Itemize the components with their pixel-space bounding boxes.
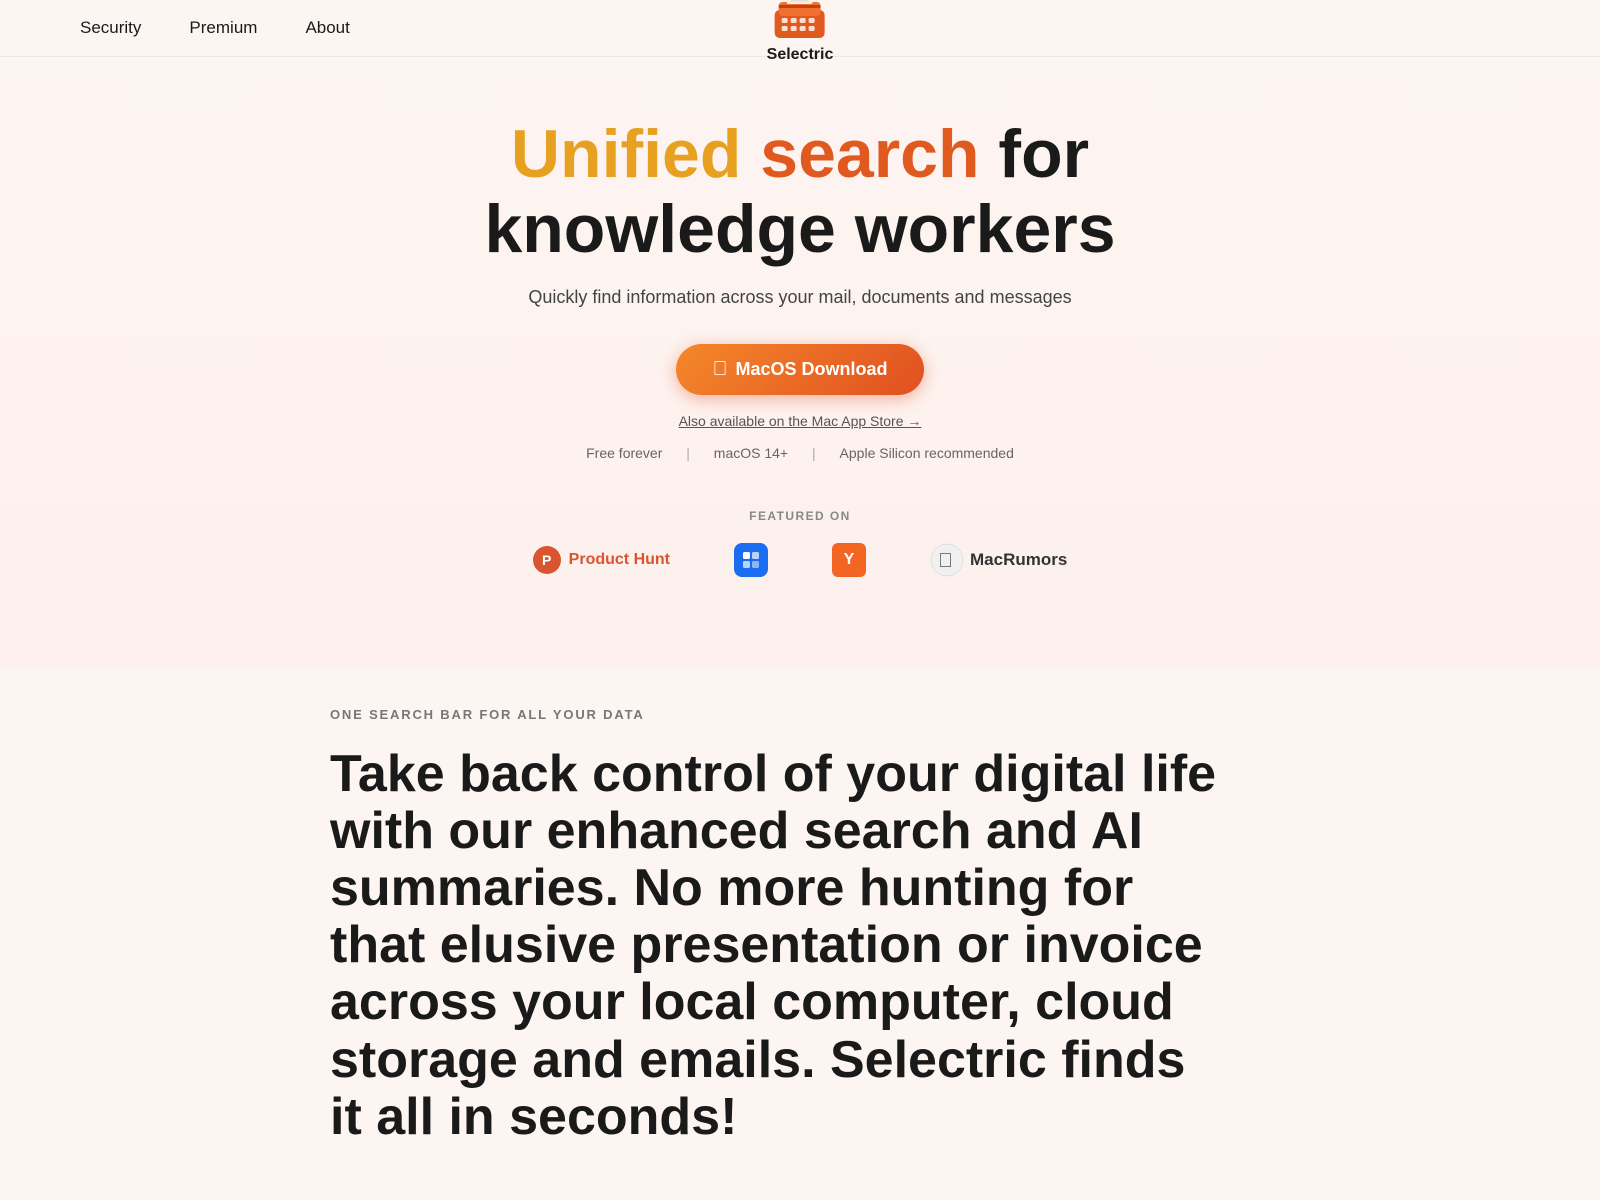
featured-logos: P Product Hunt Y xyxy=(533,543,1068,577)
req-macos: macOS 14+ xyxy=(714,445,788,461)
divider1: | xyxy=(686,445,690,461)
hero-section: Unified search for knowledge workers Qui… xyxy=(0,57,1600,667)
section-eyebrow: ONE SEARCH BAR FOR ALL YOUR DATA xyxy=(330,707,1270,722)
setapp-icon xyxy=(734,543,768,577)
section-heading: Take back control of your digital life w… xyxy=(330,746,1230,1146)
logo-icon xyxy=(771,0,829,44)
logo-text: Selectric xyxy=(767,46,834,64)
nav-security[interactable]: Security xyxy=(80,18,141,38)
yc-logo[interactable]: Y xyxy=(832,543,866,577)
lower-section: ONE SEARCH BAR FOR ALL YOUR DATA Take ba… xyxy=(250,667,1350,1186)
divider2: | xyxy=(812,445,816,461)
req-silicon: Apple Silicon recommended xyxy=(840,445,1014,461)
yc-icon: Y xyxy=(832,543,866,577)
hero-subtitle: Quickly find information across your mai… xyxy=(528,287,1071,308)
product-hunt-logo[interactable]: P Product Hunt xyxy=(533,546,670,574)
product-hunt-text: Product Hunt xyxy=(569,551,670,569)
logo-link[interactable]: Selectric xyxy=(767,0,834,64)
macrumors-text: MacRumors xyxy=(970,550,1067,570)
hero-title-search: search xyxy=(760,116,979,192)
download-label: MacOS Download xyxy=(735,359,887,380)
req-free: Free forever xyxy=(586,445,662,461)
hero-title: Unified search for knowledge workers xyxy=(410,117,1190,267)
apple-icon:  xyxy=(712,358,727,381)
setapp-svg xyxy=(741,550,761,570)
hero-title-unified: Unified xyxy=(511,116,760,192)
macrumors-logo[interactable]:  MacRumors xyxy=(930,543,1067,577)
macrumors-icon:  xyxy=(930,543,964,577)
nav-about[interactable]: About xyxy=(305,18,349,38)
nav-premium[interactable]: Premium xyxy=(189,18,257,38)
nav-left: Security Premium About xyxy=(80,18,350,38)
mac-app-store-link[interactable]: Also available on the Mac App Store → xyxy=(679,413,922,429)
product-hunt-icon: P xyxy=(533,546,561,574)
featured-label: FEATURED ON xyxy=(749,509,851,523)
svg-text::  xyxy=(938,550,953,572)
requirements: Free forever | macOS 14+ | Apple Silicon… xyxy=(576,445,1024,461)
setapp-logo[interactable] xyxy=(734,543,768,577)
download-button[interactable]:  MacOS Download xyxy=(676,344,923,395)
featured-section: FEATURED ON P Product Hunt xyxy=(493,509,1108,617)
navbar: Security Premium About Sel xyxy=(0,0,1600,57)
